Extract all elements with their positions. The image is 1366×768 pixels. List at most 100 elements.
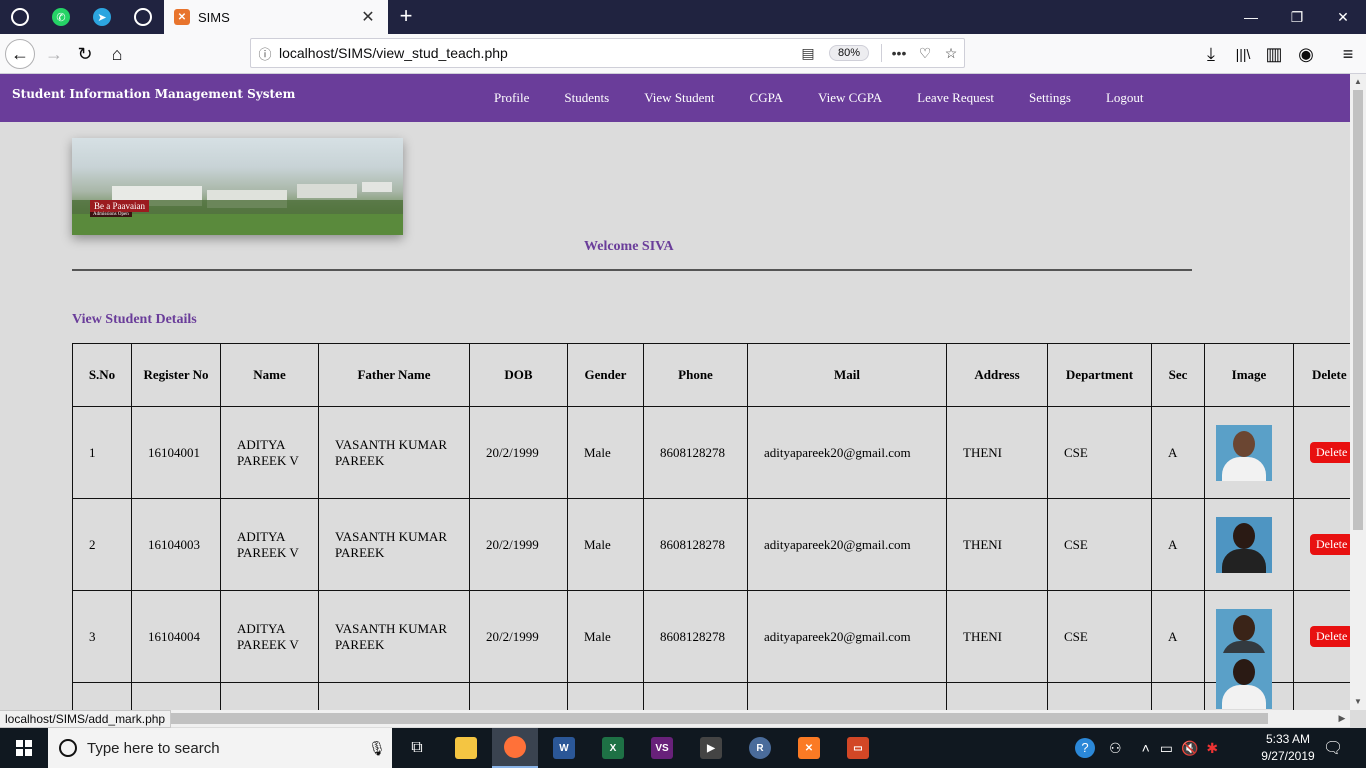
delete-button[interactable]: Delete (1310, 442, 1350, 463)
cell-name: ADITYA PAREEK V (220, 590, 319, 683)
pinned-tab-globe[interactable] (0, 0, 40, 34)
menu-logout[interactable]: Logout (1106, 90, 1144, 106)
people-icon[interactable]: ⚇ (1109, 740, 1122, 757)
menu-settings[interactable]: Settings (1029, 90, 1071, 106)
visual-studio-icon: VS (651, 737, 673, 759)
horizontal-scrollbar[interactable]: ▶ (0, 710, 1350, 727)
student-photo (1216, 652, 1272, 709)
column-header: Register No (131, 343, 221, 407)
new-tab-button[interactable]: + (394, 3, 418, 29)
help-icon[interactable]: ? (1075, 738, 1095, 758)
cell-register-no: 16104004 (131, 590, 221, 683)
info-icon[interactable]: ⓘ (251, 44, 279, 63)
column-header: Mail (747, 343, 947, 407)
cell-image (1204, 406, 1294, 499)
field-shape (72, 214, 403, 235)
reader-view-icon[interactable]: ▤ (795, 45, 821, 62)
taskbar-clock[interactable]: 5:33 AM 9/27/2019 (1255, 731, 1321, 765)
media-app-button[interactable]: ▶ (688, 728, 734, 768)
cell-sec: A (1151, 498, 1205, 591)
menu-view-student[interactable]: View Student (644, 90, 714, 106)
student-photo (1216, 424, 1272, 481)
downloads-button[interactable]: ⤓ (1196, 39, 1226, 69)
volume-mute-icon[interactable]: 🔇 (1181, 740, 1198, 757)
excel-button[interactable]: X (590, 728, 636, 768)
scroll-thumb[interactable] (1353, 90, 1363, 530)
url-text[interactable]: localhost/SIMS/view_stud_teach.php (279, 45, 795, 61)
cell-image (1204, 498, 1294, 591)
column-header: Sec (1151, 343, 1205, 407)
restore-button[interactable]: ❐ (1274, 0, 1320, 34)
cell-dob: 20/2/1999 (469, 590, 568, 683)
back-button[interactable]: ← (5, 39, 35, 69)
scroll-up-icon[interactable]: ▲ (1350, 74, 1366, 90)
pinned-tab-telegram[interactable]: ➤ (82, 0, 122, 34)
reload-button[interactable]: ↻ (70, 39, 100, 69)
menu-cgpa[interactable]: CGPA (750, 90, 783, 106)
close-window-button[interactable]: ✕ (1320, 0, 1366, 34)
cell-mail: adityapareek20@gmail.com (747, 406, 947, 499)
vertical-scrollbar[interactable]: ▲ ▼ (1350, 74, 1366, 710)
menu-leave-request[interactable]: Leave Request (917, 90, 994, 106)
delete-button[interactable]: Delete (1310, 534, 1350, 555)
cell-father-name: VASANTH KUMAR PAREEK (318, 498, 470, 591)
taskbar-search[interactable]: Type here to search 🎙 (48, 728, 392, 768)
cell-name: ADITYA PAREEK V (220, 498, 319, 591)
menu-students[interactable]: Students (564, 90, 609, 106)
task-view-button[interactable]: ⧉ (394, 728, 440, 768)
scroll-thumb[interactable] (18, 713, 1268, 724)
library-button[interactable]: |||\ (1228, 39, 1258, 69)
forward-arrow-icon: → (45, 43, 63, 64)
scroll-right-icon[interactable]: ▶ (1334, 710, 1350, 727)
address-bar[interactable]: ⓘ localhost/SIMS/view_stud_teach.php ▤ 8… (250, 38, 965, 68)
xampp-icon: ✕ (174, 9, 190, 25)
forward-button[interactable]: → (39, 39, 69, 69)
word-button[interactable]: W (541, 728, 587, 768)
banner-tagline: Be a Paavaian (90, 200, 149, 212)
sidebar-button[interactable]: ▥ (1259, 39, 1289, 69)
firefox-button[interactable] (492, 728, 538, 768)
browser-tab-strip: ✆ ➤ ✕ SIMS ✕ + — ❐ ✕ (0, 0, 1366, 34)
r-studio-button[interactable]: R (737, 728, 783, 768)
network-icon[interactable]: ✱ (1206, 740, 1218, 757)
cortana-icon (59, 739, 77, 757)
presentation-icon: ▭ (847, 737, 869, 759)
file-explorer-button[interactable] (443, 728, 489, 768)
cell-mail: adityapareek20@gmail.com (747, 498, 947, 591)
microphone-icon[interactable]: 🎙 (362, 740, 392, 757)
pinned-tab-whatsapp[interactable]: ✆ (41, 0, 81, 34)
cell-delete: Delete (1293, 498, 1350, 591)
chevron-up-icon[interactable]: ˄ (1142, 740, 1150, 756)
menu-profile[interactable]: Profile (494, 90, 529, 106)
banner-subline: Admissions Open (90, 212, 132, 217)
page-actions-icon[interactable]: ••• (886, 45, 912, 61)
scroll-down-icon[interactable]: ▼ (1350, 694, 1366, 710)
battery-icon[interactable]: ▭ (1160, 740, 1173, 757)
pocket-icon[interactable]: ♡ (912, 45, 938, 62)
minimize-button[interactable]: — (1228, 0, 1274, 34)
home-button[interactable]: ⌂ (102, 39, 132, 69)
bookmark-star-icon[interactable]: ☆ (938, 45, 964, 62)
tab-sims[interactable]: ✕ SIMS ✕ (164, 0, 388, 34)
cell-mail: adityapareek20@gmail.com (747, 590, 947, 683)
notifications-button[interactable]: 🗨 (1323, 728, 1343, 768)
reload-icon: ↻ (77, 43, 93, 64)
delete-button[interactable]: Delete (1310, 626, 1350, 647)
close-tab-icon[interactable]: ✕ (358, 7, 378, 27)
presentation-app-button[interactable]: ▭ (835, 728, 881, 768)
pinned-tab-globe-2[interactable] (123, 0, 163, 34)
app-header: Student Information Management System Pr… (0, 74, 1350, 122)
column-header: Delete (1293, 343, 1350, 407)
cell-sno: 2 (72, 498, 132, 591)
xampp-button[interactable]: ✕ (786, 728, 832, 768)
student-photo (1216, 516, 1272, 573)
globe-icon (134, 8, 152, 26)
account-button[interactable]: ◉ (1291, 39, 1321, 69)
zoom-level-badge[interactable]: 80% (828, 45, 869, 61)
menu-view-cgpa[interactable]: View CGPA (818, 90, 882, 106)
start-button[interactable] (0, 728, 48, 768)
visual-studio-button[interactable]: VS (639, 728, 685, 768)
menu-button[interactable]: ≡ (1333, 39, 1363, 69)
column-header: S.No (72, 343, 132, 407)
column-header: Father Name (318, 343, 470, 407)
